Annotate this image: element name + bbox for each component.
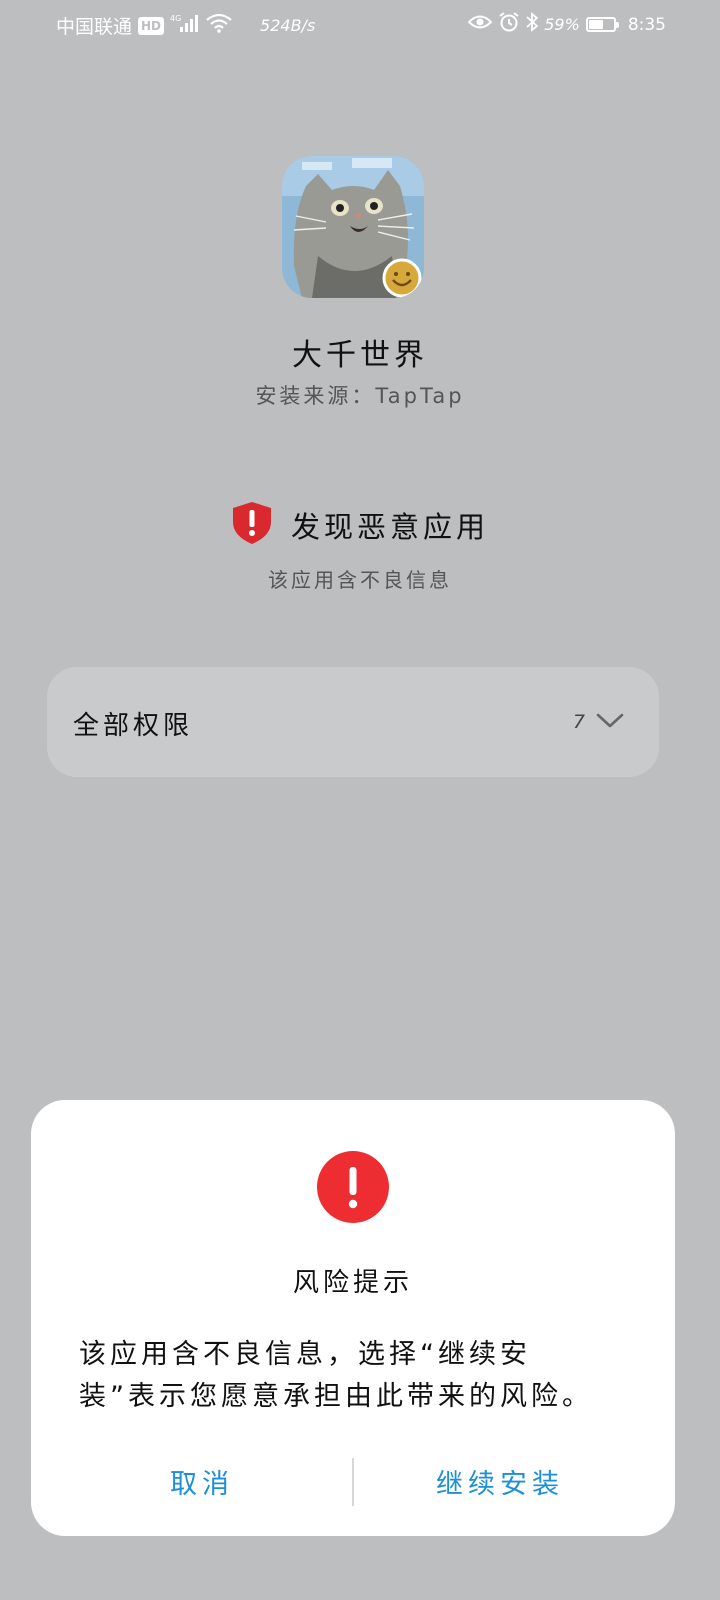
malware-warning: 发现恶意应用: [0, 500, 720, 550]
status-bar: 中国联通 HD 4G 524B/s 59% 8:35: [0, 0, 720, 48]
app-icon: [282, 156, 424, 298]
eye-icon: [467, 13, 493, 36]
battery-percent: 59%: [544, 15, 580, 34]
dialog-message-line-1: 该应用含不良信息，选择“继续安: [79, 1339, 531, 1370]
bluetooth-icon: [526, 12, 539, 37]
alarm-icon: [498, 12, 520, 37]
network-speed: 524B/s: [260, 16, 316, 35]
dialog-buttons: 取消 继续安装: [31, 1450, 675, 1510]
shield-alert-icon: [231, 500, 273, 550]
network-type-label: 4G: [170, 14, 181, 23]
battery-icon: [585, 17, 619, 32]
carrier-name: 中国联通: [56, 16, 133, 38]
dialog-message-line-2: 装”表示您愿意承担由此带来的风险。: [79, 1381, 593, 1412]
app-name: 大千世界: [292, 338, 428, 373]
status-right: 59% 8:35: [467, 12, 666, 37]
warning-title: 发现恶意应用: [290, 510, 489, 544]
battery-fill: [588, 20, 603, 29]
continue-install-button[interactable]: 继续安装: [339, 1462, 661, 1501]
permissions-count: 7: [572, 711, 585, 733]
install-source: 安装来源：TapTap: [255, 384, 465, 408]
permissions-label: 全部权限: [73, 711, 194, 741]
warning-subtitle: 该应用含不良信息: [268, 568, 452, 592]
risk-dialog: 风险提示 该应用含不良信息，选择“继续安 装”表示您愿意承担由此带来的风险。 取…: [31, 1100, 675, 1536]
all-permissions-row[interactable]: 全部权限 7: [47, 667, 659, 777]
status-left: 中国联通 HD 4G 524B/s: [56, 12, 315, 39]
wifi-icon: [206, 13, 232, 38]
dialog-message: 该应用含不良信息，选择“继续安 装”表示您愿意承担由此带来的风险。: [79, 1334, 609, 1418]
cellular-signal-icon: 4G: [170, 13, 200, 38]
alert-icon: [317, 1151, 389, 1223]
cancel-button[interactable]: 取消: [41, 1462, 363, 1501]
chevron-down-icon: [595, 711, 625, 731]
hd-badge: HD: [138, 16, 165, 35]
dialog-title: 风险提示: [292, 1268, 413, 1298]
clock: 8:35: [627, 14, 666, 35]
